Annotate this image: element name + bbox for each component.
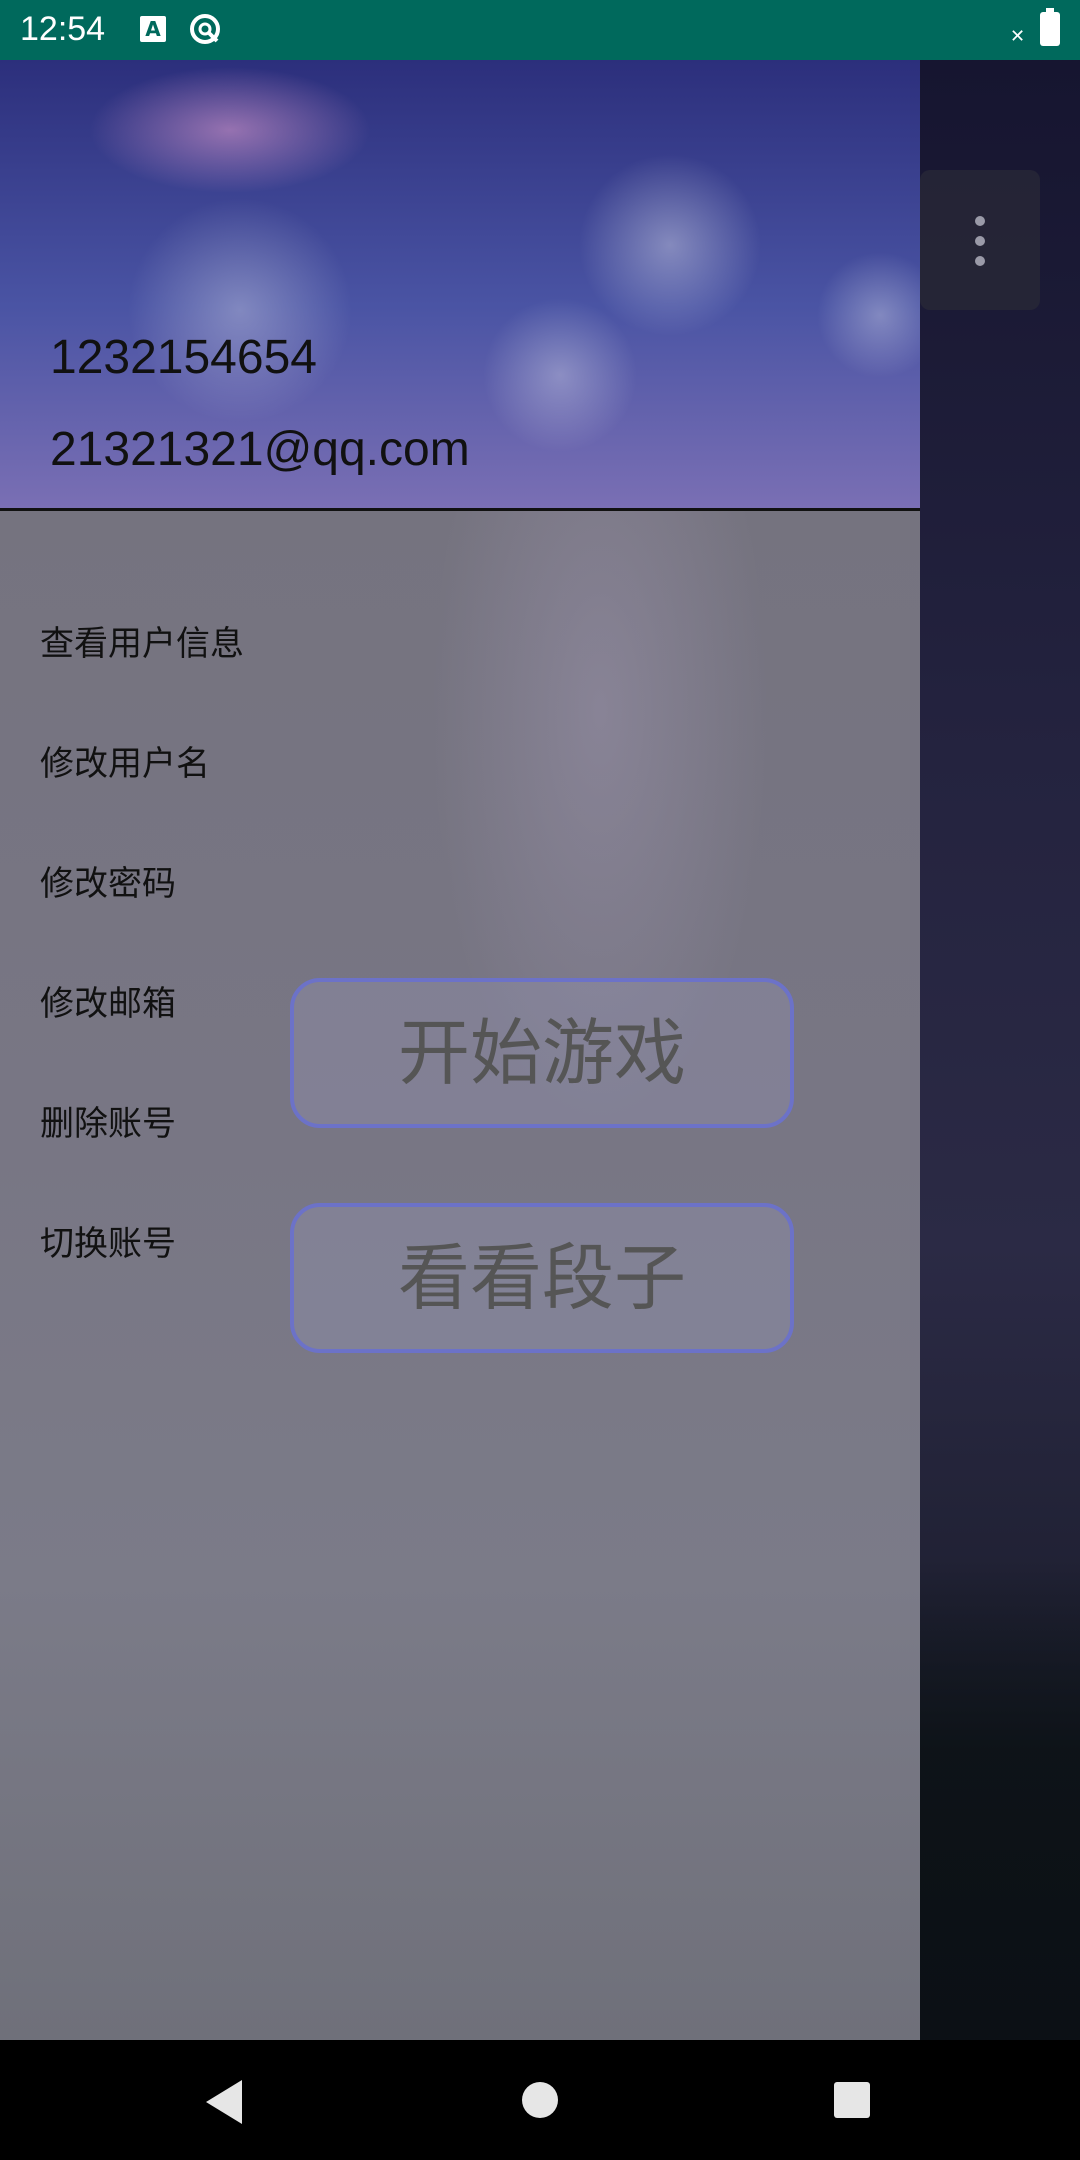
menu-item-view-user-info[interactable]: 查看用户信息 xyxy=(40,616,244,665)
sync-icon xyxy=(190,14,220,44)
status-time: 12:54 xyxy=(20,10,106,48)
back-icon[interactable] xyxy=(206,2080,242,2124)
home-icon[interactable] xyxy=(522,2082,558,2118)
menu-item-switch-account[interactable]: 切换账号 xyxy=(40,1216,176,1265)
menu-item-change-password[interactable]: 修改密码 xyxy=(40,856,176,905)
view-jokes-button[interactable]: 看看段子 xyxy=(290,1203,794,1353)
no-signal-icon: ✕ xyxy=(1010,26,1026,46)
user-email: 21321321@qq.com xyxy=(50,423,470,476)
status-bar: 12:54 A ✕ xyxy=(0,0,1080,60)
system-nav-bar xyxy=(0,2040,1080,2160)
more-vert-icon xyxy=(972,216,988,266)
recent-apps-icon[interactable] xyxy=(834,2082,870,2118)
overflow-menu-button[interactable] xyxy=(920,170,1040,310)
font-notification-icon: A xyxy=(140,16,166,42)
menu-item-delete-account[interactable]: 删除账号 xyxy=(40,1096,176,1145)
user-phone: 1232154654 xyxy=(50,331,317,384)
start-game-button[interactable]: 开始游戏 xyxy=(290,978,794,1128)
drawer-header: 1232154654 21321321@qq.com xyxy=(0,60,920,511)
menu-item-change-email[interactable]: 修改邮箱 xyxy=(40,976,176,1025)
menu-item-change-username[interactable]: 修改用户名 xyxy=(40,736,210,785)
battery-icon xyxy=(1040,8,1060,46)
